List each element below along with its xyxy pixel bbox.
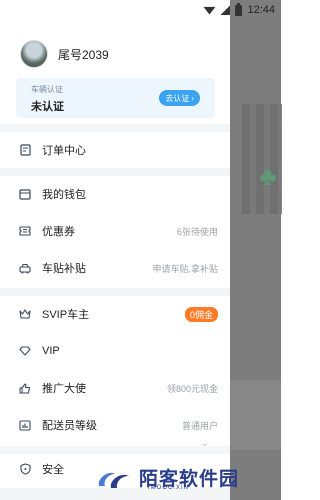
crown-icon	[19, 308, 31, 320]
menu-label: 安全	[42, 464, 64, 476]
coupon-icon	[19, 225, 31, 237]
watermark-logo-icon	[98, 472, 129, 488]
shield-icon	[19, 463, 31, 475]
chevron-right-icon: ›	[191, 93, 194, 103]
coupon-count-hint: 6张待使用	[176, 226, 218, 237]
verification-caption: 车辆认证	[31, 85, 63, 94]
menu-label: 订单中心	[42, 145, 86, 157]
menu-label: SVIP车主	[42, 309, 90, 321]
username: 尾号2039	[58, 47, 109, 62]
menu-label: 优惠券	[42, 226, 75, 238]
watermark: 陌客软件园	[95, 455, 281, 500]
go-verify-label: 去认证	[165, 93, 190, 103]
sticker-subsidy-hint: 申请车贴,拿补贴	[152, 263, 218, 274]
profile-header[interactable]: 尾号2039	[20, 40, 109, 68]
status-time: 12:44	[247, 4, 275, 16]
zero-commission-badge: 0佣金	[184, 306, 218, 322]
car-icon	[19, 262, 31, 274]
vehicle-verification-card: 车辆认证 未认证 去认证 ›	[16, 78, 215, 118]
background-card	[230, 380, 281, 450]
tree-icon: ♣	[259, 161, 277, 191]
diamond-icon	[19, 345, 31, 357]
go-verify-button[interactable]: 去认证 ›	[159, 90, 200, 106]
menu-label: 推广大使	[42, 383, 86, 395]
thumbs-up-icon	[19, 382, 31, 394]
battery-icon	[235, 2, 243, 16]
menu-item-wallet[interactable]: 我的钱包	[0, 176, 230, 212]
wifi-icon	[203, 6, 216, 15]
courier-level-value: 普通用户	[181, 420, 218, 431]
verification-state: 未认证	[31, 101, 64, 113]
watermark-url: IMOOC.XIN	[148, 485, 190, 491]
section-divider	[0, 288, 230, 296]
menu-label: VIP	[42, 345, 60, 357]
section-divider	[0, 124, 230, 132]
menu-label: 配送员等级	[42, 420, 97, 432]
menu-item-sticker-subsidy[interactable]: 车贴补贴 申请车贴,拿补贴	[0, 250, 230, 286]
signal-icon	[220, 5, 231, 15]
menu-item-orders[interactable]: 订单中心	[0, 132, 230, 168]
menu-item-courier-level[interactable]: 配送员等级 普通用户	[0, 407, 230, 443]
background-building-image	[242, 104, 282, 214]
menu-label: 车贴补贴	[42, 263, 86, 275]
menu-item-coupons[interactable]: 优惠券 6张待使用	[0, 213, 230, 249]
dimmed-background-page[interactable]: ♣	[230, 0, 282, 500]
order-list-icon	[19, 144, 31, 156]
bar-chart-icon	[19, 419, 31, 431]
wallet-icon	[19, 188, 31, 200]
avatar[interactable]	[20, 40, 48, 68]
menu-item-svip[interactable]: SVIP车主 0佣金	[0, 296, 230, 332]
menu-label: 我的钱包	[42, 189, 86, 201]
status-bar: 12:44	[0, 0, 281, 20]
menu-item-vip[interactable]: VIP	[0, 333, 230, 369]
side-drawer: 尾号2039 车辆认证 未认证 去认证 › 订单中心 我的钱包 优惠券 6张待使…	[0, 0, 230, 500]
ambassador-reward-hint: 领800元现金	[166, 383, 218, 394]
section-divider	[0, 168, 230, 176]
menu-item-ambassador[interactable]: 推广大使 领800元现金	[0, 370, 230, 406]
